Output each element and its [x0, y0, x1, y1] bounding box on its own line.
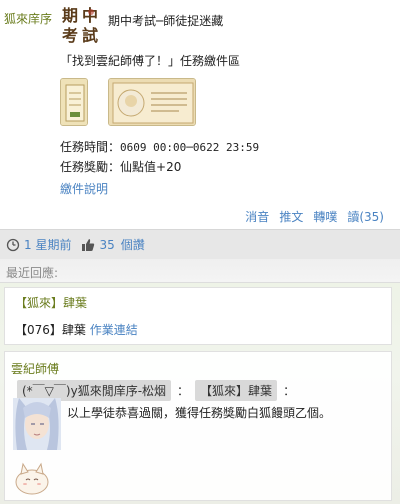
- poster-name[interactable]: 狐來庠序: [4, 10, 52, 27]
- reply-body: 【076】肆葉 作業連結: [15, 321, 138, 338]
- task-reward-row: 任務獎勵：仙點值+20: [60, 158, 181, 175]
- attachment-thumbnail-1[interactable]: [60, 78, 88, 126]
- reply-body-text: 【076】肆葉: [15, 323, 86, 337]
- thumbs-up-icon: [82, 238, 95, 251]
- repost-button[interactable]: 轉噗: [313, 208, 337, 225]
- clock-icon: [6, 238, 20, 251]
- post-status-bar: 1 星期前 35 個讚: [0, 229, 400, 259]
- reply-author[interactable]: 【狐來】肆葉: [15, 294, 87, 311]
- submission-guide-link[interactable]: 繳件說明: [60, 180, 108, 197]
- mute-button[interactable]: 消音: [245, 208, 269, 225]
- reply-item: 【狐來】肆葉 【076】肆葉 作業連結: [4, 287, 392, 345]
- svg-text:考: 考: [62, 26, 78, 44]
- mention-separator: ：: [283, 384, 296, 398]
- like-count[interactable]: 35 個讚: [81, 236, 145, 253]
- mention-separator: ：: [177, 384, 190, 398]
- exam-badge-icon: 期 中 考 試: [60, 4, 102, 44]
- svg-text:試: 試: [82, 26, 98, 44]
- post-actions: 消音 推文 轉噗 讀(35): [245, 208, 384, 225]
- like-count-label: 個讚: [120, 238, 145, 252]
- svg-text:期: 期: [62, 6, 78, 25]
- letter-image-icon: [109, 79, 195, 125]
- post-card: 狐來庠序 期 中 考 試 期中考試─師徒捉迷藏 「找到雲紀師傅了！」任務繳件區: [0, 0, 400, 229]
- scroll-image-icon: [61, 79, 87, 125]
- post-title: 期中考試─師徒捉迷藏: [108, 14, 224, 28]
- post-subtitle: 「找到雲紀師傅了！」任務繳件區: [60, 54, 241, 68]
- reply-author[interactable]: 雲紀師傅: [11, 360, 59, 377]
- task-reward-value: 仙點值+20: [120, 160, 182, 174]
- task-time-value: 0609 00:00─0622 23:59: [120, 141, 260, 154]
- read-label: 讀: [347, 210, 360, 224]
- fox-bun-icon: [15, 462, 49, 495]
- svg-text:中: 中: [82, 6, 98, 25]
- read-count[interactable]: 讀(35): [347, 208, 384, 225]
- recent-replies-header: 最近回應:: [0, 259, 400, 283]
- post-time[interactable]: 1 星期前: [6, 236, 71, 253]
- read-count-number: (35): [359, 210, 384, 224]
- task-time-row: 任務時間：0609 00:00─0622 23:59: [60, 138, 259, 155]
- retweet-button[interactable]: 推文: [279, 208, 303, 225]
- homework-link[interactable]: 作業連結: [90, 323, 138, 337]
- post-time-label: 1 星期前: [24, 238, 72, 252]
- task-time-label: 任務時間：: [60, 140, 121, 154]
- task-reward-label: 任務獎勵：: [60, 160, 121, 174]
- attachment-thumbnail-2[interactable]: [108, 78, 196, 126]
- reply-item: 雲紀師傅 (*￣▽￣)y狐來閒庠序-松烟 ： 【狐來】肆葉 ： 以上學徒恭喜過關…: [4, 351, 392, 501]
- mention-tag[interactable]: 【狐來】肆葉: [195, 380, 278, 401]
- avatar[interactable]: [13, 398, 61, 450]
- like-count-number: 35: [99, 237, 115, 252]
- reply-body: 以上學徒恭喜過關，獲得任務獎勵白狐饅頭乙個。: [67, 406, 332, 420]
